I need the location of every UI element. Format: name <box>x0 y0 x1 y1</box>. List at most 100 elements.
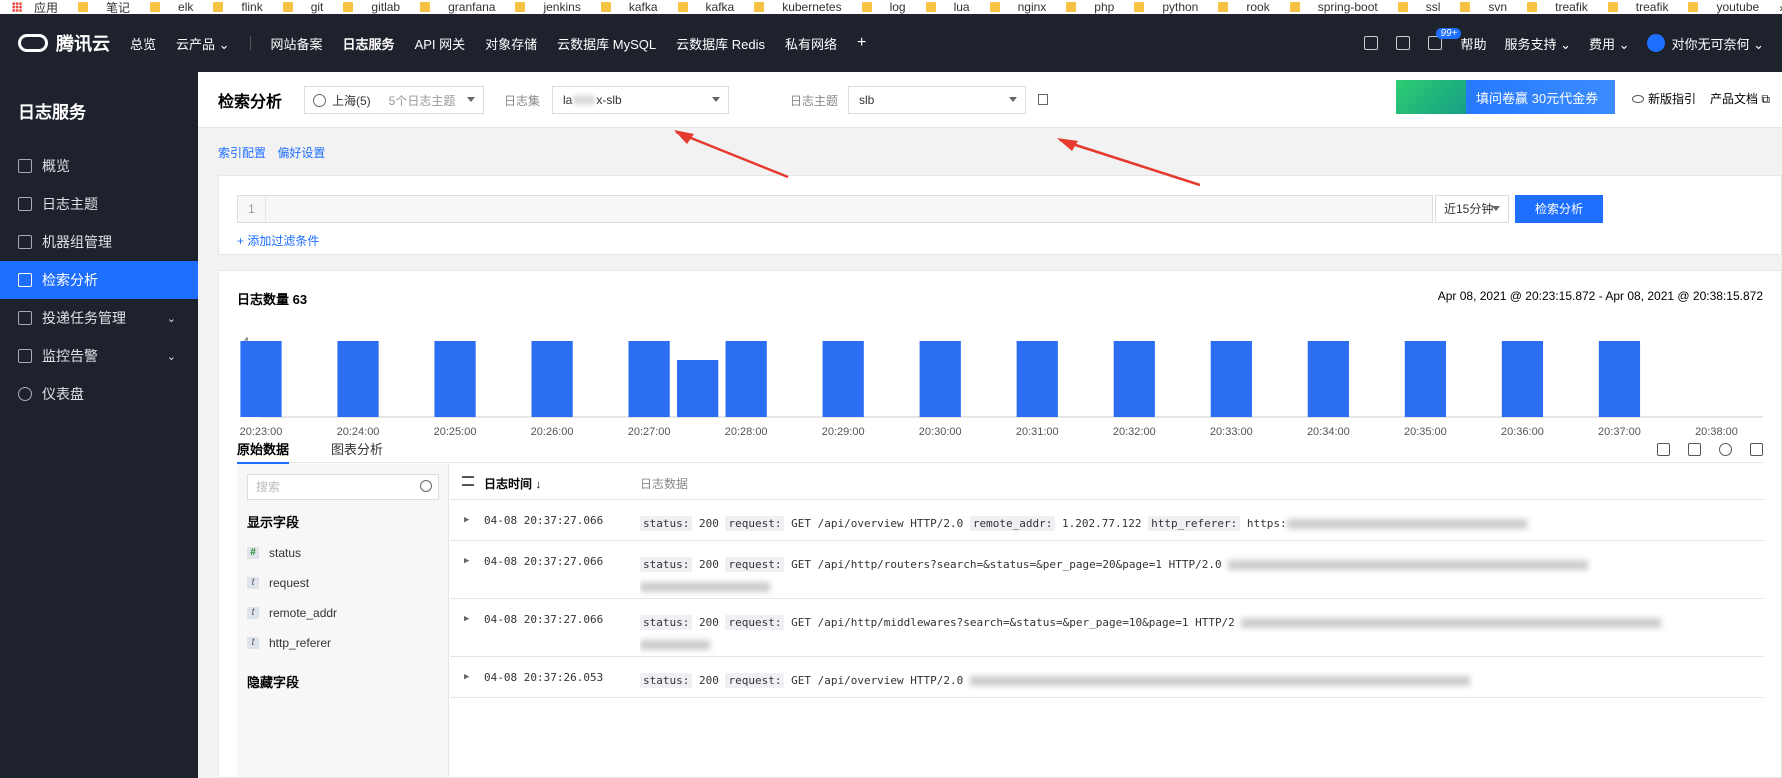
bookmark-item[interactable]: kafka <box>600 0 658 14</box>
tab-chart-analysis[interactable]: 图表分析 <box>331 439 383 462</box>
brand-logo[interactable]: 腾讯云 <box>0 30 130 56</box>
field-item-request[interactable]: t request <box>247 576 309 590</box>
nav-products[interactable]: 云产品 ⌄ <box>176 34 230 53</box>
table-row[interactable]: ▶ 04-08 20:37:27.066 status: 200 request… <box>450 600 1764 657</box>
wrap-lines-icon[interactable] <box>1688 443 1701 456</box>
histogram-bar[interactable] <box>434 341 476 417</box>
bookmark-item[interactable]: kubernetes <box>754 0 842 14</box>
nav-mysql[interactable]: 云数据库 MySQL <box>557 34 656 53</box>
sidebar-item-search-analysis[interactable]: 检索分析 <box>0 261 198 299</box>
expand-arrow-icon[interactable]: ▶ <box>464 614 469 624</box>
gear-icon[interactable] <box>1719 443 1732 456</box>
histogram-bar[interactable] <box>531 341 573 417</box>
copy-icon[interactable] <box>1038 94 1048 105</box>
expand-arrow-icon[interactable]: ▶ <box>464 672 469 682</box>
field-item-remote-addr[interactable]: t remote_addr <box>247 606 337 620</box>
col-log-time[interactable]: 日志时间 ↓ <box>484 475 541 492</box>
bookmark-item[interactable]: treafik <box>1607 0 1668 14</box>
bookmark-item[interactable]: ssl <box>1397 0 1440 14</box>
preference-link[interactable]: 偏好设置 <box>277 146 325 160</box>
logset-select[interactable]: la x-slb <box>552 86 729 114</box>
table-layout-icon[interactable] <box>1657 443 1670 456</box>
bookmark-item[interactable]: treafik <box>1527 0 1588 14</box>
bookmark-item[interactable]: granfana <box>420 0 495 14</box>
docs-link[interactable]: 产品文档 ⧉ <box>1710 90 1770 107</box>
histogram-bar[interactable] <box>1501 341 1544 417</box>
bookmark-item[interactable]: log <box>861 0 906 14</box>
sidebar-item-dashboard[interactable]: 仪表盘 <box>0 375 198 413</box>
histogram-bar[interactable] <box>1307 341 1349 417</box>
add-filter-link[interactable]: + 添加过滤条件 <box>237 232 319 249</box>
expand-arrow-icon[interactable]: ▶ <box>464 515 469 525</box>
message-button[interactable]: 99+ <box>1428 28 1462 50</box>
bookmark-item[interactable]: kafka <box>677 0 734 14</box>
histogram-bar[interactable] <box>1113 341 1155 417</box>
bookmark-item[interactable]: python <box>1134 0 1198 14</box>
user-menu[interactable]: 对你无可奈何 ⌄ <box>1647 34 1764 53</box>
histogram-bar[interactable] <box>822 341 864 417</box>
histogram-bar[interactable] <box>677 360 719 417</box>
bookmark-item[interactable]: php <box>1066 0 1114 14</box>
sidebar-item-log-topic[interactable]: 日志主题 <box>0 185 198 223</box>
histogram-bar[interactable] <box>240 341 282 417</box>
histogram-bar[interactable] <box>1404 341 1447 417</box>
histogram-bar[interactable] <box>1016 341 1058 417</box>
nav-overview[interactable]: 总览 <box>130 34 156 53</box>
histogram-bar[interactable] <box>337 341 379 417</box>
bookmark-item[interactable]: rook <box>1218 0 1270 14</box>
search-analyze-button[interactable]: 检索分析 <box>1515 195 1603 223</box>
time-range-select[interactable]: 近15分钟 <box>1435 195 1509 223</box>
sidebar-item-shipping-tasks[interactable]: 投递任务管理 ⌄ <box>0 299 198 337</box>
table-row[interactable]: ▶ 04-08 20:37:27.066 status: 200 request… <box>450 501 1764 541</box>
promo-banner[interactable]: 填问卷赢 30元代金券 <box>1396 80 1615 114</box>
histogram-bar[interactable] <box>1598 341 1641 417</box>
histogram-bar[interactable] <box>919 341 961 417</box>
expand-arrow-icon[interactable]: ▶ <box>464 556 469 566</box>
bookmark-item[interactable]: 应用 <box>0 0 58 14</box>
bookmark-item[interactable]: youtube <box>1688 0 1759 14</box>
download-icon[interactable] <box>1750 443 1763 456</box>
bookmark-item[interactable]: svn <box>1460 0 1507 14</box>
histogram-bar[interactable] <box>628 341 670 417</box>
nav-apigw[interactable]: API 网关 <box>415 34 466 53</box>
field-item-status[interactable]: # status <box>247 546 301 560</box>
sidebar-item-machine-group[interactable]: 机器组管理 <box>0 223 198 261</box>
bookmark-item[interactable]: jenkins <box>515 0 581 14</box>
sidebar-item-monitoring-alerts[interactable]: 监控告警 ⌄ <box>0 337 198 375</box>
new-guide-link[interactable]: 新版指引 <box>1632 90 1696 107</box>
field-item-http-referer[interactable]: t http_referer <box>247 636 331 650</box>
histogram-bar[interactable] <box>1210 341 1252 417</box>
bookmark-item[interactable]: nginx <box>989 0 1046 14</box>
bookmark-item[interactable]: lua <box>925 0 970 14</box>
tab-raw-data[interactable]: 原始数据 <box>237 439 290 464</box>
topic-select[interactable]: slb <box>848 86 1026 114</box>
index-config-link[interactable]: 索引配置 <box>218 146 266 160</box>
bookmark-item[interactable]: flink <box>213 0 263 14</box>
bookmark-item[interactable]: spring-boot <box>1289 0 1378 14</box>
table-row[interactable]: ▶ 04-08 20:37:26.053 status: 200 request… <box>450 658 1764 698</box>
query-editor[interactable]: 1 <box>237 195 1433 223</box>
bookmark-item[interactable]: 笔记 <box>78 0 130 14</box>
region-select[interactable]: 上海(5) 5个日志主题 <box>304 86 484 114</box>
bookmark-item[interactable]: git <box>282 0 323 14</box>
collapse-all-icon[interactable] <box>462 476 474 486</box>
nav-redis[interactable]: 云数据库 Redis <box>676 34 765 53</box>
histogram-bar[interactable] <box>725 341 767 417</box>
ticket-icon[interactable] <box>1396 36 1411 50</box>
results-panel: 日志数量 63 Apr 08, 2021 @ 20:23:15.872 - Ap… <box>218 270 1782 778</box>
service-support-menu[interactable]: 服务支持 ⌄ <box>1504 34 1571 53</box>
sidebar-item-overview[interactable]: 概览 <box>0 147 198 185</box>
field-search-input[interactable]: 搜索 <box>247 474 439 500</box>
nav-add-shortcut[interactable]: + <box>857 34 866 52</box>
nav-cls[interactable]: 日志服务 <box>343 34 395 53</box>
bookmark-item[interactable]: elk <box>150 0 193 14</box>
search-icon[interactable] <box>420 480 432 492</box>
help-link[interactable]: 帮助 <box>1460 34 1486 53</box>
table-row[interactable]: ▶ 04-08 20:37:27.066 status: 200 request… <box>450 542 1764 599</box>
fee-menu[interactable]: 费用 ⌄ <box>1589 34 1630 53</box>
qrcode-icon[interactable] <box>1364 36 1379 50</box>
bookmark-item[interactable]: gitlab <box>343 0 400 14</box>
nav-icp[interactable]: 网站备案 <box>271 34 323 53</box>
nav-vpc[interactable]: 私有网络 <box>785 34 837 53</box>
nav-cos[interactable]: 对象存储 <box>485 34 537 53</box>
